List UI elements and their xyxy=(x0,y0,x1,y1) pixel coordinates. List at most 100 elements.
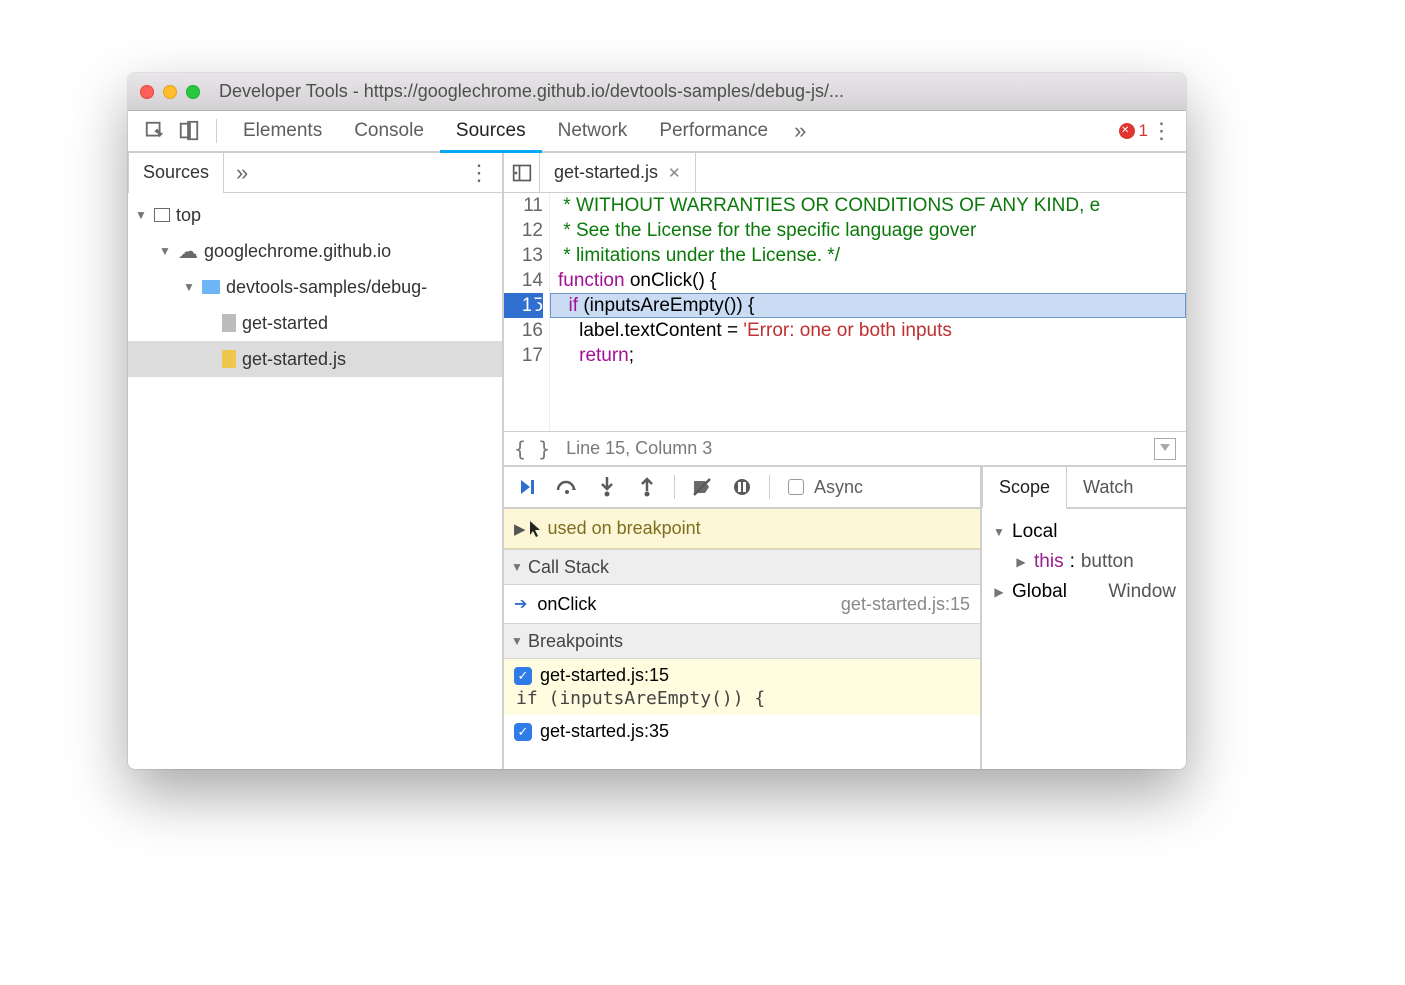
tree-label: get-started xyxy=(242,313,328,334)
minimize-window-button[interactable] xyxy=(163,85,177,99)
tree-file-js[interactable]: get-started.js xyxy=(128,341,502,377)
editor-tabs: get-started.js ✕ xyxy=(504,153,1186,193)
scope-label: Local xyxy=(1012,521,1057,543)
devtools-window: Developer Tools - https://googlechrome.g… xyxy=(128,73,1186,769)
error-count-value: 1 xyxy=(1139,121,1148,141)
tree-frame-top[interactable]: ▼ top xyxy=(128,197,502,233)
frame-function: onClick xyxy=(537,594,596,615)
call-stack-frame[interactable]: ➔ onClick get-started.js:15 xyxy=(504,585,980,623)
step-over-button[interactable] xyxy=(550,470,584,504)
step-out-button[interactable] xyxy=(630,470,664,504)
tab-console[interactable]: Console xyxy=(338,110,440,152)
tab-watch[interactable]: Watch xyxy=(1067,466,1149,508)
tree-folder[interactable]: ▼ devtools-samples/debug- xyxy=(128,269,502,305)
scope-local[interactable]: ▼ Local xyxy=(992,517,1176,547)
tree-label: devtools-samples/debug- xyxy=(226,277,427,298)
editor-statusbar: { } Line 15, Column 3 xyxy=(504,431,1186,467)
tree-label: googlechrome.github.io xyxy=(204,241,391,262)
window-title: Developer Tools - https://googlechrome.g… xyxy=(219,81,844,102)
line-gutter[interactable]: 11121314151617 xyxy=(504,193,550,431)
expand-icon[interactable]: ▶ xyxy=(514,520,526,538)
tab-performance[interactable]: Performance xyxy=(643,110,784,152)
pause-on-exceptions-button[interactable] xyxy=(725,470,759,504)
step-into-button[interactable] xyxy=(590,470,624,504)
divider xyxy=(216,119,217,143)
tree-domain[interactable]: ▼ ☁ googlechrome.github.io xyxy=(128,233,502,269)
var-value: button xyxy=(1081,551,1134,573)
expand-icon: ▼ xyxy=(182,280,196,294)
tab-network[interactable]: Network xyxy=(542,110,644,152)
expand-icon: ▶ xyxy=(992,585,1006,599)
expand-icon: ▼ xyxy=(158,244,172,258)
code-area[interactable]: * WITHOUT WARRANTIES OR CONDITIONS OF AN… xyxy=(550,193,1186,431)
call-stack-header[interactable]: ▼ Call Stack xyxy=(504,549,980,585)
expand-icon: ▼ xyxy=(992,525,1006,539)
tab-elements[interactable]: Elements xyxy=(227,110,338,152)
var-value: Window xyxy=(1108,581,1176,603)
js-file-icon xyxy=(222,350,236,368)
close-window-button[interactable] xyxy=(140,85,154,99)
tree-label: get-started.js xyxy=(242,349,346,370)
section-label: Breakpoints xyxy=(528,631,623,652)
editor-pane: get-started.js ✕ 11121314151617 * WITHOU… xyxy=(504,153,1186,769)
folder-icon xyxy=(202,280,220,294)
async-label: Async xyxy=(814,477,863,498)
sources-tabs-overflow[interactable]: » xyxy=(224,160,260,186)
pretty-print-icon[interactable]: { } xyxy=(514,437,550,461)
device-toggle-icon[interactable] xyxy=(172,120,206,142)
editor-tab-get-started[interactable]: get-started.js ✕ xyxy=(540,153,696,193)
breakpoint-item[interactable]: ✓ get-started.js:15 if (inputsAreEmpty()… xyxy=(504,659,980,715)
sources-subtabs: Sources » ⋮ xyxy=(128,153,502,193)
scope-label: Global xyxy=(1012,581,1067,603)
settings-menu-button[interactable]: ⋮ xyxy=(1148,118,1176,144)
file-icon xyxy=(222,314,236,332)
paused-banner: ▶ used on breakpoint xyxy=(504,509,980,549)
section-label: Call Stack xyxy=(528,557,609,578)
breakpoint-checkbox[interactable]: ✓ xyxy=(514,723,532,741)
current-frame-icon: ➔ xyxy=(514,594,527,614)
sources-tab[interactable]: Sources xyxy=(128,153,224,193)
breakpoint-label: get-started.js:35 xyxy=(540,721,669,742)
breakpoint-item[interactable]: ✓ get-started.js:35 xyxy=(504,715,980,753)
tree-file-html[interactable]: get-started xyxy=(128,305,502,341)
deactivate-breakpoints-button[interactable] xyxy=(685,470,719,504)
resume-button[interactable] xyxy=(510,470,544,504)
file-tree: ▼ top ▼ ☁ googlechrome.github.io ▼ devto… xyxy=(128,193,502,769)
scope-variables: ▼ Local ▶ this: button ▶ Global Wi xyxy=(982,509,1186,615)
frame-location: get-started.js:15 xyxy=(841,594,970,615)
scope-tabs: Scope Watch xyxy=(982,467,1186,509)
close-tab-icon[interactable]: ✕ xyxy=(668,164,681,182)
tab-sources[interactable]: Sources xyxy=(440,111,542,153)
toggle-navigator-icon[interactable] xyxy=(504,153,540,192)
async-checkbox[interactable] xyxy=(788,479,804,495)
titlebar: Developer Tools - https://googlechrome.g… xyxy=(128,73,1186,111)
expand-icon: ▼ xyxy=(510,560,524,574)
breakpoint-condition: if (inputsAreEmpty()) { xyxy=(514,688,970,709)
sources-more-menu[interactable]: ⋮ xyxy=(456,160,502,186)
sources-sidebar: Sources » ⋮ ▼ top ▼ ☁ googlechrome.githu… xyxy=(128,153,504,769)
editor-tab-label: get-started.js xyxy=(554,162,658,183)
frame-icon xyxy=(154,208,170,222)
inspect-element-icon[interactable] xyxy=(138,120,172,142)
tree-label: top xyxy=(176,205,201,226)
code-editor[interactable]: 11121314151617 * WITHOUT WARRANTIES OR C… xyxy=(504,193,1186,431)
tab-scope[interactable]: Scope xyxy=(982,467,1067,509)
breakpoint-checkbox[interactable]: ✓ xyxy=(514,667,532,685)
expand-icon: ▶ xyxy=(1014,555,1028,569)
debug-left-pane: Async ▶ used on breakpoint ▼ Call Stack … xyxy=(504,467,982,769)
paused-message: used on breakpoint xyxy=(548,518,701,539)
cursor-position: Line 15, Column 3 xyxy=(566,438,712,459)
error-count[interactable]: 1 xyxy=(1119,121,1148,141)
tabs-overflow-button[interactable]: » xyxy=(784,118,816,144)
scope-this[interactable]: ▶ this: button xyxy=(992,547,1176,577)
debugger-toolbar: Async xyxy=(504,467,980,509)
show-coverage-button[interactable] xyxy=(1154,438,1176,460)
breakpoints-header[interactable]: ▼ Breakpoints xyxy=(504,623,980,659)
cursor-icon xyxy=(528,519,544,539)
var-name: this xyxy=(1034,551,1064,573)
maximize-window-button[interactable] xyxy=(186,85,200,99)
scope-global[interactable]: ▶ Global Window xyxy=(992,577,1176,607)
error-icon xyxy=(1119,123,1135,139)
expand-icon: ▼ xyxy=(510,634,524,648)
breakpoint-label: get-started.js:15 xyxy=(540,665,669,686)
